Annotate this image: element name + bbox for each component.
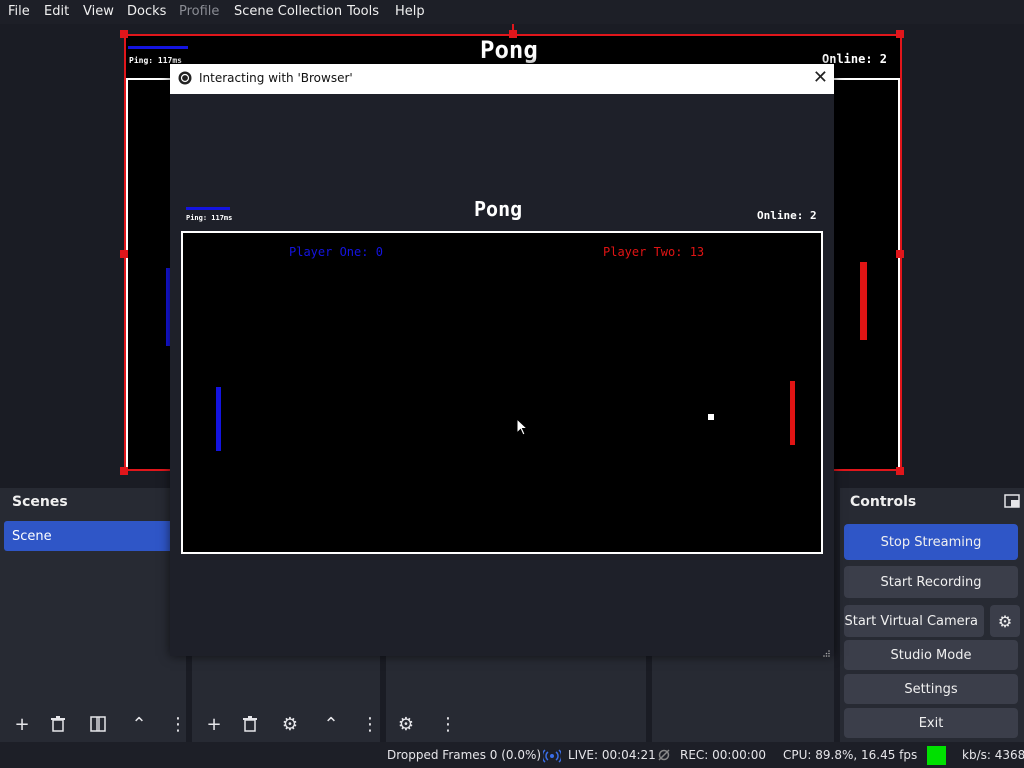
source-more-button[interactable]: ⋮ — [356, 710, 384, 738]
filter-icon — [90, 716, 106, 732]
start-recording-button[interactable]: Start Recording — [844, 566, 1018, 598]
preview-field-border-right — [898, 78, 900, 468]
add-scene-button[interactable]: + — [8, 710, 36, 738]
more-vertical-icon: ⋮ — [361, 713, 379, 735]
mouse-cursor-icon — [516, 418, 528, 436]
stop-streaming-button[interactable]: Stop Streaming — [844, 524, 1018, 560]
more-vertical-icon: ⋮ — [439, 713, 457, 735]
trash-icon — [243, 716, 257, 732]
resize-handle[interactable] — [509, 30, 517, 38]
resize-handle[interactable] — [896, 250, 904, 258]
resize-handle[interactable] — [896, 30, 904, 38]
exit-button[interactable]: Exit — [844, 708, 1018, 738]
resize-handle[interactable] — [120, 30, 128, 38]
menu-tools[interactable]: Tools — [347, 4, 379, 19]
plus-icon: + — [206, 713, 222, 735]
live-timer: LIVE: 00:04:21 — [568, 748, 656, 762]
chevron-up-icon: ⌃ — [323, 713, 339, 735]
menu-file[interactable]: File — [8, 4, 30, 19]
broadcast-icon — [543, 749, 561, 763]
remove-scene-button[interactable] — [44, 710, 72, 738]
gear-icon: ⚙ — [997, 611, 1013, 631]
start-virtual-camera-label: Start Virtual Camera — [844, 613, 978, 629]
controls-dock: Controls Stop Streaming Start Recording … — [840, 488, 1024, 742]
transitions-dock — [652, 656, 834, 742]
add-source-button[interactable]: + — [200, 710, 228, 738]
online-count: Online: 2 — [757, 209, 817, 222]
scene-filters-button[interactable] — [84, 710, 112, 738]
preview-right-paddle — [860, 262, 867, 340]
right-paddle — [790, 381, 795, 445]
interact-dialog[interactable]: Interacting with 'Browser' ✕ Ping: 117ms… — [170, 64, 834, 657]
scene-list-item[interactable]: Scene — [4, 521, 186, 551]
stream-health-indicator — [927, 746, 946, 765]
scene-more-button[interactable]: ⋮ — [164, 710, 192, 738]
audio-mixer-dock: ⚙ ⋮ — [386, 656, 646, 742]
record-off-icon — [658, 749, 670, 761]
gear-icon: ⚙ — [281, 713, 299, 735]
obs-logo-icon — [178, 71, 192, 85]
player-two-score: Player Two: 13 — [603, 245, 705, 259]
undock-icon[interactable] — [1004, 494, 1020, 508]
studio-mode-button[interactable]: Studio Mode — [844, 640, 1018, 670]
preview-field-border-left — [126, 78, 128, 468]
move-scene-up-button[interactable]: ⌃ — [125, 710, 153, 738]
resize-handle[interactable] — [120, 467, 128, 475]
menu-docks[interactable]: Docks — [127, 4, 166, 19]
menu-view[interactable]: View — [83, 4, 114, 19]
pong-ball — [708, 414, 714, 420]
menu-profile[interactable]: Profile — [179, 4, 219, 19]
dialog-title: Interacting with 'Browser' — [199, 71, 353, 85]
plus-icon: + — [14, 713, 30, 735]
virtual-camera-settings-button[interactable]: ⚙ — [990, 605, 1020, 637]
menu-bar: File Edit View Docks Profile Scene Colle… — [0, 0, 1024, 24]
menu-scene-collection[interactable]: Scene Collection — [234, 4, 342, 19]
resize-grip-icon[interactable] — [822, 646, 830, 657]
menu-edit[interactable]: Edit — [44, 4, 69, 19]
scenes-dock: Scenes Scene + ⌃ ⋮ — [0, 488, 187, 742]
pong-title: Pong — [474, 197, 523, 221]
preview-pong-title: Pong — [480, 36, 538, 64]
chevron-up-icon: ⌃ — [131, 713, 147, 735]
move-source-up-button[interactable]: ⌃ — [317, 710, 345, 738]
pong-game-field[interactable]: Player One: 0 Player Two: 13 — [181, 231, 823, 554]
dropped-frames-text: Dropped Frames 0 (0.0%) — [387, 748, 542, 762]
dialog-titlebar[interactable]: Interacting with 'Browser' ✕ — [170, 64, 834, 94]
source-properties-button[interactable]: ⚙ — [276, 710, 304, 738]
ping-text: Ping: 117ms — [186, 214, 233, 222]
menu-help[interactable]: Help — [395, 4, 425, 19]
left-paddle — [216, 387, 221, 451]
mixer-more-button[interactable]: ⋮ — [434, 710, 462, 738]
close-icon[interactable]: ✕ — [813, 67, 828, 88]
sources-dock: + ⚙ ⌃ ⋮ — [192, 656, 380, 742]
blue-header-mark — [186, 207, 230, 210]
advanced-audio-button[interactable]: ⚙ — [392, 710, 420, 738]
gears-icon: ⚙ — [397, 713, 415, 735]
more-vertical-icon: ⋮ — [169, 713, 187, 735]
trash-icon — [51, 716, 65, 732]
settings-button[interactable]: Settings — [844, 674, 1018, 704]
status-bar: Dropped Frames 0 (0.0%) LIVE: 00:04:21 R… — [0, 742, 1024, 768]
preview-blue-header-mark — [128, 46, 188, 49]
bitrate-text: kb/s: 4368 — [962, 748, 1024, 762]
resize-handle[interactable] — [120, 250, 128, 258]
scene-item-label: Scene — [12, 529, 52, 544]
remove-source-button[interactable] — [236, 710, 264, 738]
controls-dock-title: Controls — [850, 494, 917, 510]
scenes-dock-title: Scenes — [12, 494, 68, 510]
rec-timer: REC: 00:00:00 — [680, 748, 767, 762]
start-virtual-camera-button[interactable]: Start Virtual Camera — [844, 605, 984, 637]
player-one-score: Player One: 0 — [289, 245, 383, 259]
cpu-fps-text: CPU: 89.8%, 16.45 fps — [783, 748, 918, 762]
resize-handle[interactable] — [896, 467, 904, 475]
rotation-handle[interactable] — [512, 24, 514, 30]
